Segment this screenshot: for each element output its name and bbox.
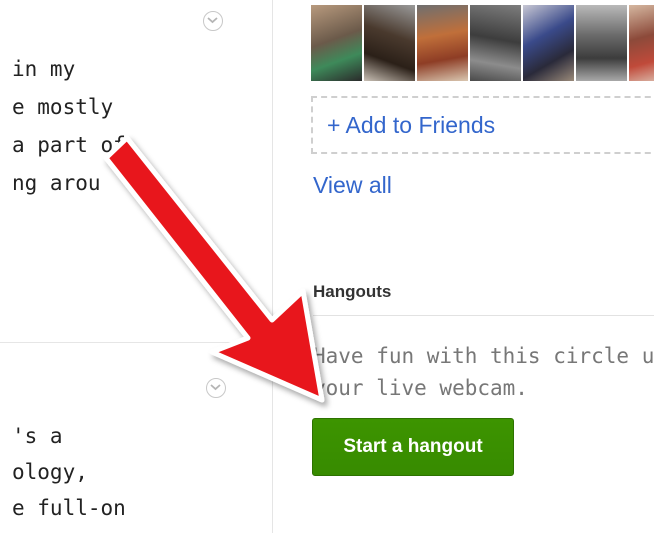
post-menu-chevron-icon[interactable] [206, 378, 226, 398]
avatar[interactable] [629, 5, 654, 81]
post-menu-chevron-icon[interactable] [203, 11, 223, 31]
post-divider [0, 342, 240, 343]
hangouts-heading: Hangouts [313, 282, 392, 301]
avatar[interactable] [311, 5, 362, 81]
view-all-link[interactable]: View all [313, 172, 392, 199]
hangouts-description: Have fun with this circle using your liv… [313, 344, 654, 400]
post-text: 's a ology, e full-on [12, 424, 126, 520]
post-text: in my e mostly a part of ng arou [12, 57, 126, 195]
avatar[interactable] [470, 5, 521, 81]
chevron-down-icon [210, 384, 221, 391]
member-avatars [311, 5, 654, 81]
add-to-friends-label: + Add to Friends [327, 111, 496, 138]
add-to-friends-button[interactable]: + Add to Friends [311, 96, 654, 154]
start-hangout-button[interactable]: Start a hangout [312, 418, 514, 476]
chevron-down-icon [207, 17, 218, 24]
avatar[interactable] [576, 5, 627, 81]
avatar[interactable] [523, 5, 574, 81]
hangouts-divider [313, 315, 654, 316]
circle-sidebar: + Add to Friends View all Hangouts Have … [273, 0, 654, 533]
avatar[interactable] [364, 5, 415, 81]
avatar[interactable] [417, 5, 468, 81]
screenshot-canvas: in my e mostly a part of ng arou 's a ol… [0, 0, 654, 533]
stream-column: in my e mostly a part of ng arou 's a ol… [0, 0, 273, 533]
